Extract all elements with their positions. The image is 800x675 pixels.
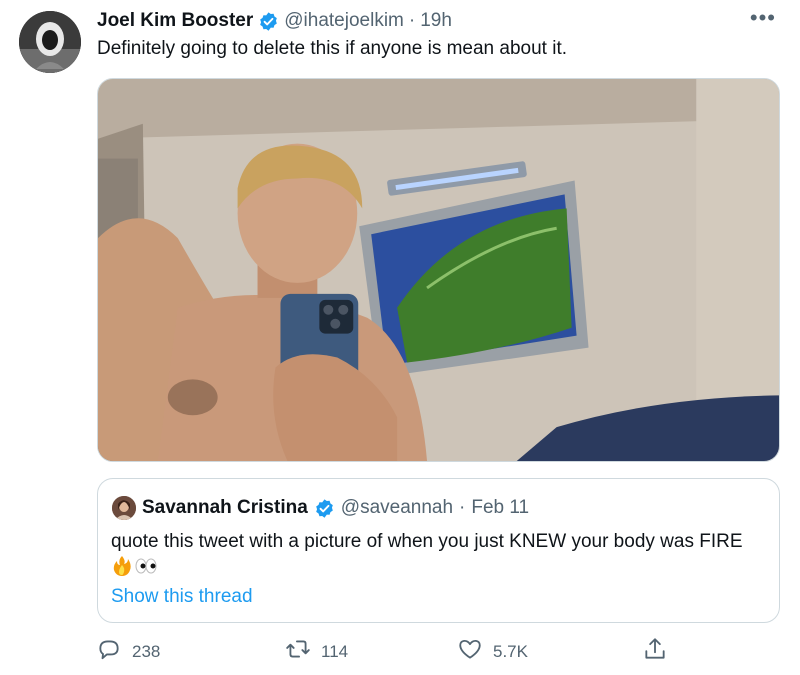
author-avatar[interactable] <box>19 11 81 73</box>
like-button[interactable]: 5.7K <box>457 636 528 667</box>
quoted-author-name: Savannah Cristina <box>142 497 308 518</box>
retweet-button[interactable]: 114 <box>285 636 348 667</box>
fire-emoji-icon <box>111 555 133 585</box>
retweet-icon <box>285 636 311 667</box>
verified-badge-icon <box>314 498 335 519</box>
quoted-tweet-header: Savannah Cristina @saveannah · Feb 11 <box>112 495 529 521</box>
tweet-text: Definitely going to delete this if anyon… <box>97 38 568 59</box>
quoted-tweet-date: Feb 11 <box>471 497 530 518</box>
more-horizontal-icon[interactable]: ••• <box>750 7 776 29</box>
quoted-tweet[interactable]: Savannah Cristina @saveannah · Feb 11 qu… <box>97 478 780 623</box>
share-icon <box>642 636 668 667</box>
show-thread-link[interactable]: Show this thread <box>111 586 253 608</box>
reply-button[interactable]: 238 <box>96 636 160 667</box>
quoted-tweet-body: quote this tweet with a picture of when … <box>111 531 743 552</box>
retweet-count: 114 <box>321 641 349 661</box>
quoted-author-handle: @saveannah <box>340 497 454 518</box>
separator-dot: · <box>408 10 416 31</box>
tweet-photo[interactable] <box>97 78 780 462</box>
separator-dot: · <box>459 497 466 518</box>
reply-count: 238 <box>132 641 161 661</box>
verified-badge-icon <box>258 11 279 32</box>
author-name[interactable]: Joel Kim Booster <box>97 10 253 32</box>
tweet-action-bar: 238 114 5.7K <box>0 636 800 666</box>
quoted-tweet-text: quote this tweet with a picture of when … <box>111 529 761 585</box>
tweet-header: Joel Kim Booster @ihatejoelkim · 19h <box>97 8 452 34</box>
eyes-emoji-icon <box>133 555 159 585</box>
tweet-timestamp[interactable]: 19h <box>420 10 452 32</box>
like-count: 5.7K <box>493 641 528 661</box>
author-handle[interactable]: @ihatejoelkim <box>284 10 404 32</box>
reply-icon <box>96 636 122 667</box>
quoted-author-avatar <box>112 496 136 520</box>
share-button[interactable] <box>642 636 668 667</box>
heart-icon <box>457 636 483 667</box>
